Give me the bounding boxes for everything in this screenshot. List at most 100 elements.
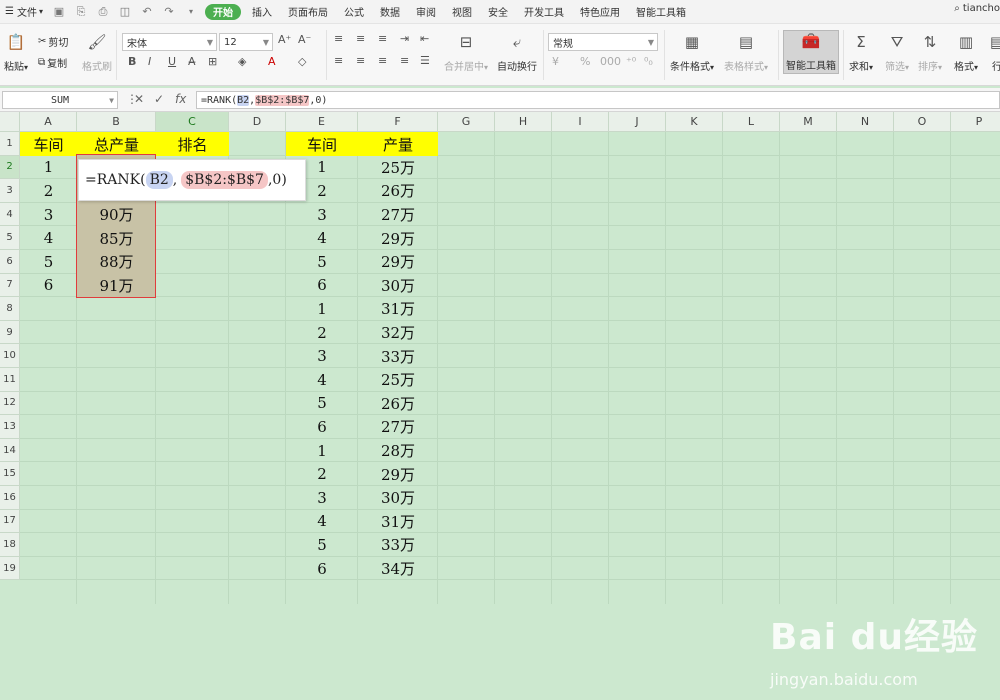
cell-workshop-2[interactable]: 4 [286, 368, 358, 392]
cell-output-2[interactable]: 26万 [358, 179, 438, 203]
cell-workshop-2[interactable]: 4 [286, 226, 358, 250]
tab-insert[interactable]: 插入 [244, 0, 280, 24]
font-size-select[interactable]: 12 ▼ [219, 33, 273, 51]
sum-button[interactable]: Σ 求和▾ [849, 32, 873, 73]
tab-review[interactable]: 审阅 [408, 0, 444, 24]
cell-output-2[interactable]: 25万 [358, 368, 438, 392]
column-header-p[interactable]: P [951, 112, 1000, 132]
row-header-16[interactable]: 16 [0, 486, 20, 510]
bold-icon[interactable]: B [128, 55, 136, 68]
confirm-icon[interactable]: ✓ [154, 92, 164, 106]
cell-output-2[interactable]: 34万 [358, 557, 438, 581]
cell-output-2[interactable]: 29万 [358, 462, 438, 486]
row-header-4[interactable]: 4 [0, 202, 20, 227]
cell-output-2[interactable]: 27万 [358, 203, 438, 227]
cell-output-2[interactable]: 28万 [358, 439, 438, 463]
cell-workshop-2[interactable]: 6 [286, 415, 358, 439]
strikethrough-icon[interactable]: A̶ [188, 55, 196, 68]
copy-button[interactable]: ⧉ 复制 [38, 55, 67, 70]
cell-output-2[interactable]: 30万 [358, 486, 438, 510]
column-header-i[interactable]: I [552, 112, 609, 132]
increase-decimal-icon[interactable]: ⁺⁰ [626, 55, 636, 68]
cell-workshop-2[interactable]: 3 [286, 486, 358, 510]
percent-icon[interactable]: % [580, 55, 590, 68]
column-header-o[interactable]: O [894, 112, 951, 132]
formula-input[interactable]: =RANK(B2, $B$2:$B$7,0) [196, 91, 1000, 109]
sort-button[interactable]: ⇅ 排序▾ [918, 32, 942, 73]
column-header-b[interactable]: B [77, 112, 156, 132]
column-header-e[interactable]: E [286, 112, 358, 132]
tab-smart-toolbox[interactable]: 智能工具箱 [628, 0, 694, 24]
cell-workshop-2[interactable]: 5 [286, 533, 358, 557]
fill-color-icon[interactable]: ◈ [238, 55, 246, 68]
row-header-2[interactable]: 2 [0, 155, 20, 180]
row-header-15[interactable]: 15 [0, 462, 20, 486]
cell-total-output[interactable]: 91万 [77, 274, 156, 298]
row-header-14[interactable]: 14 [0, 438, 20, 463]
column-header-c[interactable]: C [156, 112, 229, 132]
font-name-select[interactable]: 宋体 ▼ [122, 33, 217, 51]
cell-workshop-2[interactable]: 5 [286, 250, 358, 274]
underline-icon[interactable]: U [168, 55, 176, 68]
row-header-13[interactable]: 13 [0, 415, 20, 439]
cell-workshop-2[interactable]: 2 [286, 462, 358, 486]
column-header-n[interactable]: N [837, 112, 894, 132]
cell-output-2[interactable]: 32万 [358, 321, 438, 345]
align-left-icon[interactable]: ≡ [334, 54, 343, 67]
row-header-18[interactable]: 18 [0, 533, 20, 557]
cell-output-2[interactable]: 33万 [358, 533, 438, 557]
align-top-icon[interactable]: ≡ [334, 32, 343, 45]
header-total-output[interactable]: 总产量 [77, 132, 156, 156]
align-middle-icon[interactable]: ≡ [356, 32, 365, 45]
indent-icon[interactable]: ⇥ [400, 32, 409, 45]
font-color-icon[interactable]: A [268, 55, 276, 68]
file-menu[interactable]: ☰ 文件 ▾ [0, 0, 48, 24]
border-icon[interactable]: ⊞ [208, 55, 217, 68]
name-box[interactable]: SUM ▼ [2, 91, 118, 109]
format-button[interactable]: ▥ 格式▾ [954, 32, 978, 73]
distribute-icon[interactable]: ☰ [420, 54, 430, 67]
column-header-h[interactable]: H [495, 112, 552, 132]
cell-workshop-2[interactable]: 4 [286, 510, 358, 534]
row-header-19[interactable]: 19 [0, 556, 20, 581]
align-bottom-icon[interactable]: ≡ [378, 32, 387, 45]
cell-output-2[interactable]: 27万 [358, 415, 438, 439]
cell-workshop-2[interactable]: 1 [286, 297, 358, 321]
header-workshop-2[interactable]: 车间 [286, 132, 358, 156]
column-header-d[interactable]: D [229, 112, 286, 132]
align-right-icon[interactable]: ≡ [378, 54, 387, 67]
row-header-10[interactable]: 10 [0, 344, 20, 368]
row-header-9[interactable]: 9 [0, 320, 20, 345]
cell-output-2[interactable]: 26万 [358, 392, 438, 416]
export-icon[interactable]: ⎘ [70, 0, 92, 24]
function-icon[interactable]: fx [175, 92, 186, 106]
cancel-icon[interactable]: ✕ [134, 92, 144, 106]
cell-output-2[interactable]: 33万 [358, 344, 438, 368]
formula-edit-tooltip[interactable]: =RANK(B2, $B$2:$B$7,0) [78, 159, 306, 201]
cell-workshop-2[interactable]: 3 [286, 344, 358, 368]
row-header-11[interactable]: 11 [0, 368, 20, 392]
cell-workshop-2[interactable]: 6 [286, 274, 358, 298]
cell-total-output[interactable]: 85万 [77, 226, 156, 250]
clear-format-icon[interactable]: ◇ [298, 55, 306, 68]
cell-output-2[interactable]: 29万 [358, 226, 438, 250]
number-format-select[interactable]: 常规 ▼ [548, 33, 658, 51]
cut-button[interactable]: ✂ 剪切 [38, 34, 68, 49]
cell-output-2[interactable]: 29万 [358, 250, 438, 274]
increase-font-icon[interactable]: A⁺ [278, 33, 291, 46]
column-header-l[interactable]: L [723, 112, 780, 132]
header-workshop[interactable]: 车间 [20, 132, 77, 156]
paste-button[interactable]: 📋 粘贴▾ [4, 32, 28, 73]
select-all-corner[interactable] [0, 112, 20, 132]
filter-button[interactable]: ⛛ 筛选▾ [885, 32, 909, 73]
tab-features[interactable]: 特色应用 [572, 0, 628, 24]
align-center-icon[interactable]: ≡ [356, 54, 365, 67]
decrease-font-icon[interactable]: A⁻ [298, 33, 311, 46]
format-painter-button[interactable]: 🖌 格式刷 [82, 32, 112, 73]
row-col-button[interactable]: ▤ 行 [986, 32, 1000, 73]
cell-workshop[interactable]: 3 [20, 203, 77, 227]
tab-data[interactable]: 数据 [372, 0, 408, 24]
tab-view[interactable]: 视图 [444, 0, 480, 24]
column-header-m[interactable]: M [780, 112, 837, 132]
cell-workshop[interactable]: 6 [20, 274, 77, 298]
